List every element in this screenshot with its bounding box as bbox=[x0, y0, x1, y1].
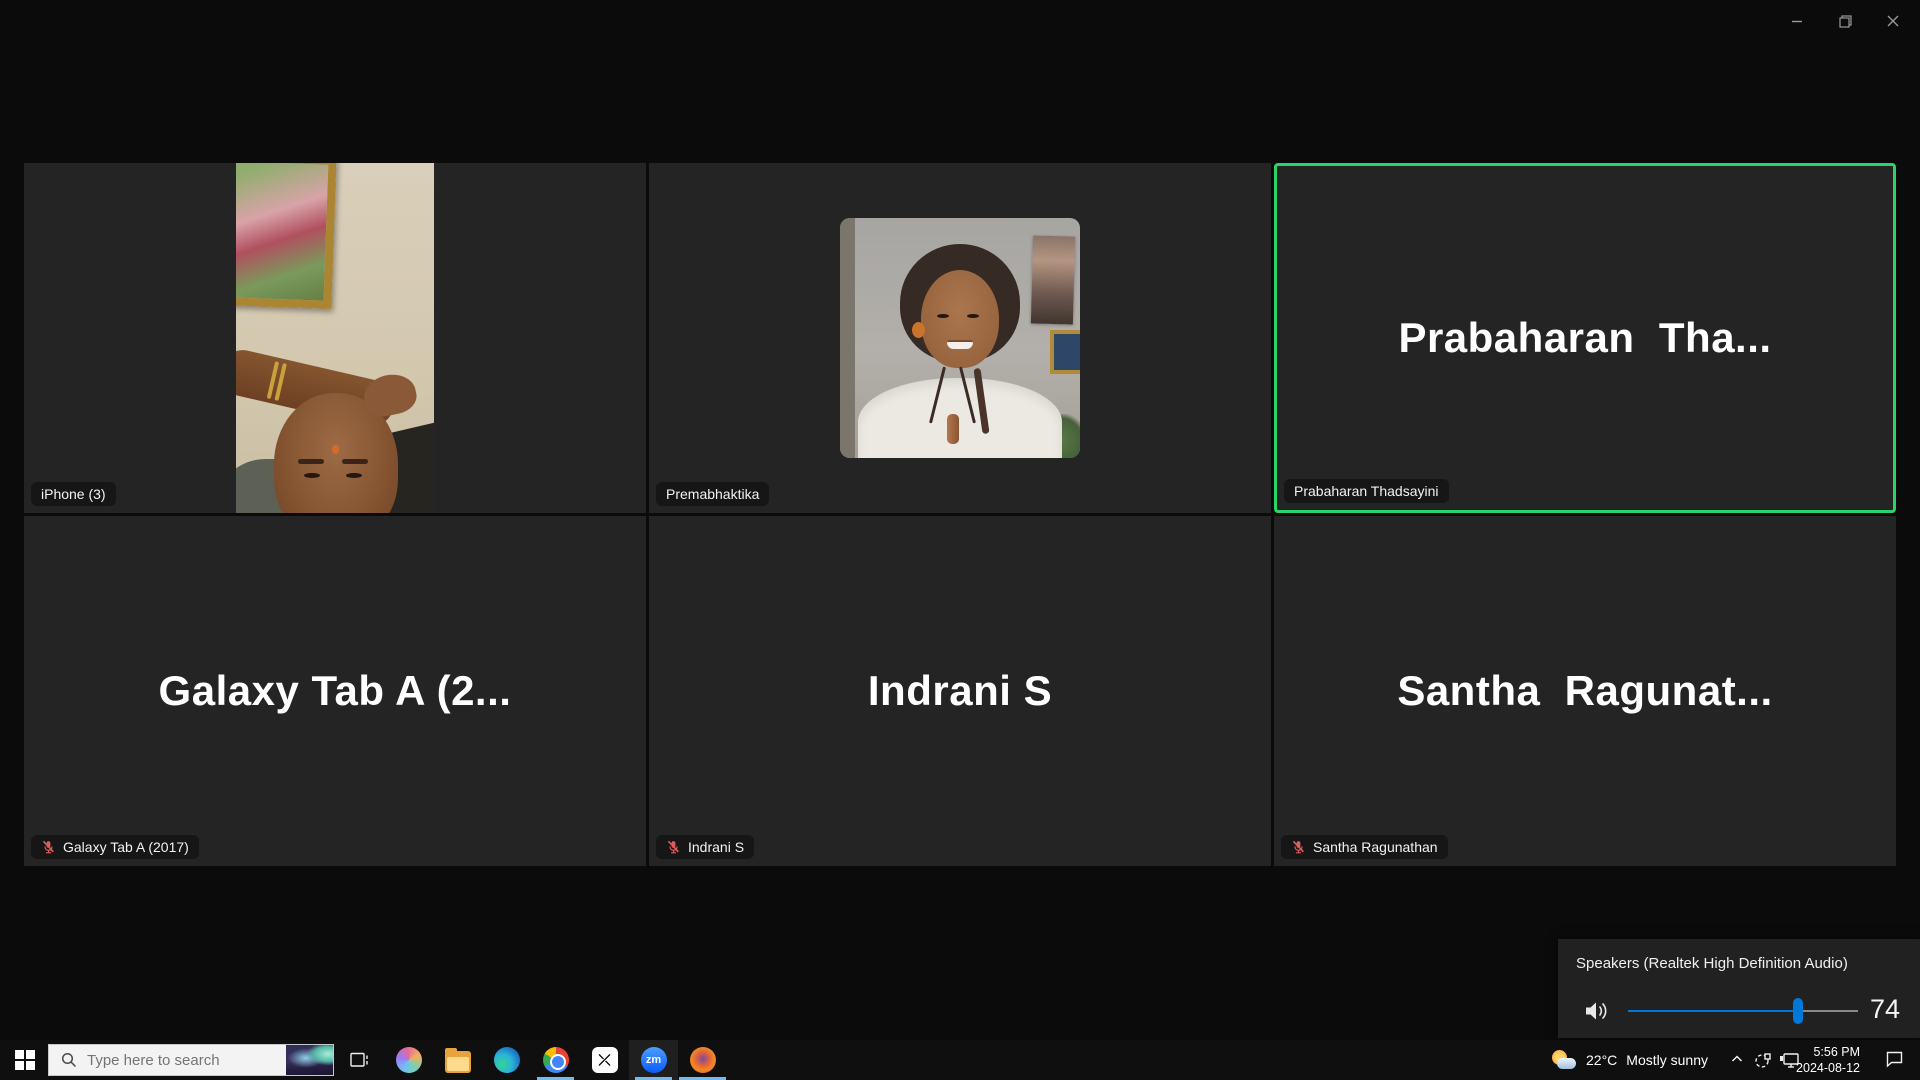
participant-tile-premabhaktika[interactable]: Premabhaktika bbox=[649, 163, 1271, 513]
muted-mic-icon bbox=[666, 840, 681, 855]
wall-poster bbox=[1031, 235, 1075, 324]
app-edge[interactable] bbox=[482, 1040, 531, 1080]
participant-name: Prabaharan Thadsayini bbox=[1294, 483, 1439, 499]
zoom-icon: zm bbox=[641, 1047, 667, 1073]
tray-cast-button[interactable] bbox=[1753, 1051, 1772, 1075]
participant-name: Galaxy Tab A (2017) bbox=[63, 839, 189, 855]
participant-display-name: Indrani S bbox=[649, 516, 1271, 866]
weather-condition: Mostly sunny bbox=[1626, 1052, 1708, 1068]
volume-slider-thumb[interactable] bbox=[1793, 998, 1803, 1024]
search-input[interactable] bbox=[87, 1052, 286, 1069]
chrome-icon bbox=[543, 1047, 569, 1073]
participant-name: iPhone (3) bbox=[41, 486, 106, 502]
participant-display-name: Prabaharan Tha... bbox=[1277, 166, 1893, 510]
windows-logo-icon bbox=[15, 1050, 35, 1070]
participant-video bbox=[236, 163, 434, 513]
volume-slider-fill bbox=[1628, 1010, 1798, 1012]
participant-display-name: Galaxy Tab A (2... bbox=[24, 516, 646, 866]
volume-slider[interactable] bbox=[1628, 991, 1858, 1031]
taskbar-search-box[interactable] bbox=[48, 1044, 334, 1076]
copilot-icon bbox=[396, 1047, 422, 1073]
person bbox=[921, 270, 999, 368]
task-view-icon bbox=[350, 1051, 370, 1069]
app-copilot[interactable] bbox=[384, 1040, 433, 1080]
minimize-button[interactable] bbox=[1784, 8, 1810, 34]
edge-icon bbox=[494, 1047, 520, 1073]
search-highlight-image[interactable] bbox=[286, 1044, 334, 1076]
weather-icon bbox=[1551, 1049, 1577, 1071]
action-center-button[interactable] bbox=[1885, 1050, 1904, 1073]
participant-name: Premabhaktika bbox=[666, 486, 759, 502]
taskbar: ⤫ zm 22°C Mostly sunny 5:56 PM 2024-08-1… bbox=[0, 1040, 1920, 1080]
chevron-up-icon bbox=[1730, 1052, 1744, 1066]
capcut-icon: ⤫ bbox=[592, 1047, 618, 1073]
small-picture-frame bbox=[1050, 330, 1080, 374]
app-capcut[interactable]: ⤫ bbox=[580, 1040, 629, 1080]
participant-name-tag: iPhone (3) bbox=[31, 482, 116, 506]
muted-mic-icon bbox=[41, 840, 56, 855]
tray-date: 2024-08-12 bbox=[1796, 1060, 1860, 1076]
tray-expand-button[interactable] bbox=[1730, 1052, 1744, 1071]
close-icon bbox=[1887, 15, 1899, 27]
participant-tile-galaxy-tab[interactable]: Galaxy Tab A (2... Galaxy Tab A (2017) bbox=[24, 516, 646, 866]
participant-name-tag: Prabaharan Thadsayini bbox=[1284, 479, 1449, 503]
cast-icon bbox=[1753, 1051, 1772, 1070]
weather-temperature: 22°C bbox=[1586, 1052, 1617, 1068]
participant-tile-iphone[interactable]: iPhone (3) bbox=[24, 163, 646, 513]
tray-clock[interactable]: 5:56 PM 2024-08-12 bbox=[1796, 1044, 1860, 1076]
volume-flyout: Speakers (Realtek High Definition Audio)… bbox=[1558, 939, 1920, 1038]
restore-icon bbox=[1839, 15, 1852, 28]
search-icon bbox=[61, 1052, 77, 1068]
taskbar-weather-widget[interactable]: 22°C Mostly sunny bbox=[1551, 1040, 1708, 1080]
participant-name-tag: Santha Ragunathan bbox=[1281, 835, 1448, 859]
participant-name-tag: Indrani S bbox=[656, 835, 754, 859]
close-button[interactable] bbox=[1880, 8, 1906, 34]
app-zoom[interactable]: zm bbox=[629, 1040, 678, 1080]
participant-name: Santha Ragunathan bbox=[1313, 839, 1438, 855]
participant-tile-santha[interactable]: Santha Ragunat... Santha Ragunathan bbox=[1274, 516, 1896, 866]
participant-name: Indrani S bbox=[688, 839, 744, 855]
pendant bbox=[947, 414, 959, 444]
app-file-explorer[interactable] bbox=[433, 1040, 482, 1080]
speaker-icon[interactable] bbox=[1582, 998, 1610, 1024]
notification-icon bbox=[1885, 1050, 1904, 1068]
taskbar-apps: ⤫ zm bbox=[384, 1040, 727, 1080]
volume-value: 74 bbox=[1870, 994, 1900, 1025]
firefox-icon bbox=[690, 1047, 716, 1073]
tray-time: 5:56 PM bbox=[1796, 1044, 1860, 1060]
participant-tile-indrani[interactable]: Indrani S Indrani S bbox=[649, 516, 1271, 866]
file-explorer-icon bbox=[445, 1051, 471, 1073]
task-view-button[interactable] bbox=[342, 1040, 378, 1080]
participant-name-tag: Galaxy Tab A (2017) bbox=[31, 835, 199, 859]
muted-mic-icon bbox=[1291, 840, 1306, 855]
audio-device-label: Speakers (Realtek High Definition Audio) bbox=[1576, 955, 1848, 972]
video-grid: iPhone (3) Premabhaktika bbox=[24, 163, 1896, 867]
minimize-icon bbox=[1791, 15, 1803, 27]
app-chrome[interactable] bbox=[531, 1040, 580, 1080]
restore-button[interactable] bbox=[1832, 8, 1858, 34]
start-button[interactable] bbox=[8, 1040, 42, 1080]
participant-name-tag: Premabhaktika bbox=[656, 482, 769, 506]
participant-tile-prabaharan[interactable]: Prabaharan Tha... Prabaharan Thadsayini bbox=[1274, 163, 1896, 513]
app-firefox[interactable] bbox=[678, 1040, 727, 1080]
window-controls bbox=[1784, 8, 1906, 34]
participant-display-name: Santha Ragunat... bbox=[1274, 516, 1896, 866]
participant-video bbox=[840, 218, 1080, 458]
framed-painting bbox=[236, 163, 337, 309]
